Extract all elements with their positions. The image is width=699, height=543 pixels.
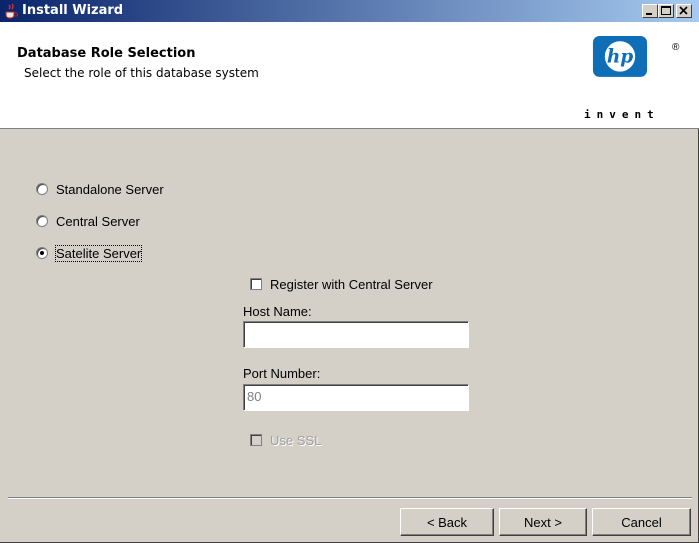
maximize-icon: [661, 6, 671, 15]
hp-logo-icon: hp: [592, 36, 648, 77]
minimize-button[interactable]: [642, 4, 658, 18]
close-icon: [679, 6, 688, 15]
radio-label: Satelite Server: [54, 244, 143, 262]
java-cup-icon: [5, 3, 18, 19]
registered-mark: ®: [672, 42, 680, 53]
hp-invent-text: invent: [584, 108, 660, 121]
radio-circle[interactable]: [36, 183, 48, 195]
radio-circle[interactable]: [36, 247, 48, 259]
checkbox-label: Use SSL: [270, 432, 322, 448]
button-divider: [8, 497, 692, 499]
radio-label: Standalone Server: [56, 181, 164, 197]
port-number-input[interactable]: 80: [243, 384, 469, 411]
radio-selected-dot: [40, 251, 44, 255]
checkbox-box[interactable]: [250, 278, 262, 290]
window-title: Install Wizard: [22, 3, 124, 18]
title-bar[interactable]: Install Wizard: [0, 0, 699, 22]
use-ssl-checkbox[interactable]: Use SSL: [250, 431, 321, 449]
radio-central-server[interactable]: Central Server: [36, 212, 140, 230]
radio-label: Central Server: [56, 213, 140, 229]
cancel-button[interactable]: Cancel: [592, 508, 691, 536]
radio-circle[interactable]: [36, 215, 48, 227]
register-with-central-checkbox[interactable]: Register with Central Server: [250, 275, 433, 293]
port-number-label: Port Number:: [243, 366, 321, 381]
install-wizard-window: Install Wizard Database Role Selection S…: [0, 0, 699, 543]
page-subtitle: Select the role of this database system: [24, 66, 259, 80]
svg-text:hp: hp: [607, 46, 633, 67]
host-name-label: Host Name:: [243, 304, 312, 319]
checkbox-label: Register with Central Server: [270, 276, 433, 292]
radio-satelite-server[interactable]: Satelite Server: [36, 244, 143, 262]
maximize-button[interactable]: [658, 4, 674, 18]
next-button[interactable]: Next >: [499, 508, 587, 536]
radio-standalone-server[interactable]: Standalone Server: [36, 180, 164, 198]
page-title: Database Role Selection: [17, 46, 196, 61]
close-button[interactable]: [676, 4, 692, 18]
minimize-icon: [646, 13, 652, 15]
checkbox-box[interactable]: [250, 434, 262, 446]
back-button[interactable]: < Back: [400, 508, 494, 536]
host-name-input[interactable]: [243, 321, 469, 348]
